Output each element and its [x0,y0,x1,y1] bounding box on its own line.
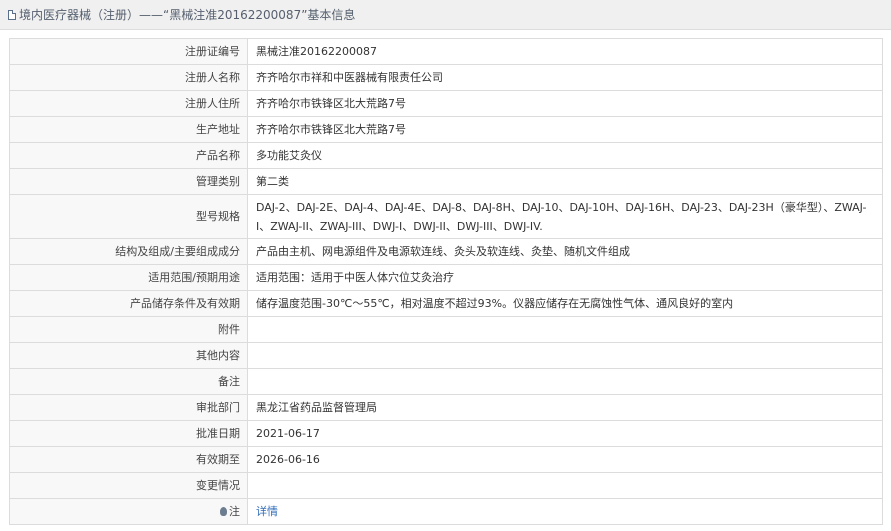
table-row: 附件 [9,316,883,343]
info-table: 注册证编号 黑械注准20162200087 注册人名称 齐齐哈尔市祥和中医器械有… [9,38,883,525]
row-label: 变更情况 [9,472,248,499]
row-label: 管理类别 [9,168,248,195]
row-value: 适用范围：适用于中医人体穴位艾灸治疗 [247,264,883,291]
row-label: 有效期至 [9,446,248,473]
table-row: 注册人住所 齐齐哈尔市铁锋区北大荒路7号 [9,90,883,117]
details-link[interactable]: 详情 [256,505,278,518]
table-row: 审批部门 黑龙江省药品监督管理局 [9,394,883,421]
row-value: DAJ-2、DAJ-2E、DAJ-4、DAJ-4E、DAJ-8、DAJ-8H、D… [247,194,883,239]
row-value [247,472,883,499]
row-label: 注册人住所 [9,90,248,117]
row-value [247,368,883,395]
note-label-cell: 注 [9,498,248,525]
row-value: 黑龙江省药品监督管理局 [247,394,883,421]
table-row: 注册证编号 黑械注准20162200087 [9,38,883,65]
table-row: 管理类别 第二类 [9,168,883,195]
table-row: 型号规格 DAJ-2、DAJ-2E、DAJ-4、DAJ-4E、DAJ-8、DAJ… [9,194,883,239]
row-label: 附件 [9,316,248,343]
row-value [247,342,883,369]
row-value: 2026-06-16 [247,446,883,473]
table-row: 注册人名称 齐齐哈尔市祥和中医器械有限责任公司 [9,64,883,91]
page-header: 境内医疗器械（注册）——“黑械注准20162200087”基本信息 [0,0,891,30]
detail-cell: 详情 [247,498,883,525]
table-row: 产品储存条件及有效期 储存温度范围-30℃～55℃，相对温度不超过93%。仪器应… [9,290,883,317]
row-label: 注册人名称 [9,64,248,91]
row-label: 备注 [9,368,248,395]
row-label: 产品储存条件及有效期 [9,290,248,317]
row-label: 结构及组成/主要组成成分 [9,238,248,265]
row-value [247,316,883,343]
row-value: 齐齐哈尔市祥和中医器械有限责任公司 [247,64,883,91]
row-value: 产品由主机、网电源组件及电源软连线、灸头及软连线、灸垫、随机文件组成 [247,238,883,265]
row-label: 审批部门 [9,394,248,421]
row-label: 批准日期 [9,420,248,447]
row-value: 储存温度范围-30℃～55℃，相对温度不超过93%。仪器应储存在无腐蚀性气体、通… [247,290,883,317]
row-value: 多功能艾灸仪 [247,142,883,169]
row-label: 其他内容 [9,342,248,369]
row-value: 第二类 [247,168,883,195]
table-row: 变更情况 [9,472,883,499]
page-title: 境内医疗器械（注册）——“黑械注准20162200087”基本信息 [19,8,356,22]
row-value: 2021-06-17 [247,420,883,447]
lightbulb-icon [220,507,227,516]
table-row: 备注 [9,368,883,395]
row-value: 黑械注准20162200087 [247,38,883,65]
row-label: 型号规格 [9,194,248,239]
table-row: 有效期至 2026-06-16 [9,446,883,473]
table-row: 注 详情 [9,498,883,525]
table-row: 生产地址 齐齐哈尔市铁锋区北大荒路7号 [9,116,883,143]
row-value: 齐齐哈尔市铁锋区北大荒路7号 [247,90,883,117]
table-row: 批准日期 2021-06-17 [9,420,883,447]
table-row: 适用范围/预期用途 适用范围：适用于中医人体穴位艾灸治疗 [9,264,883,291]
document-icon [8,9,16,20]
table-row: 其他内容 [9,342,883,369]
row-label: 生产地址 [9,116,248,143]
table-row: 结构及组成/主要组成成分 产品由主机、网电源组件及电源软连线、灸头及软连线、灸垫… [9,238,883,265]
row-label: 注册证编号 [9,38,248,65]
row-label: 注 [229,505,240,518]
row-label: 适用范围/预期用途 [9,264,248,291]
table-row: 产品名称 多功能艾灸仪 [9,142,883,169]
row-label: 产品名称 [9,142,248,169]
row-value: 齐齐哈尔市铁锋区北大荒路7号 [247,116,883,143]
